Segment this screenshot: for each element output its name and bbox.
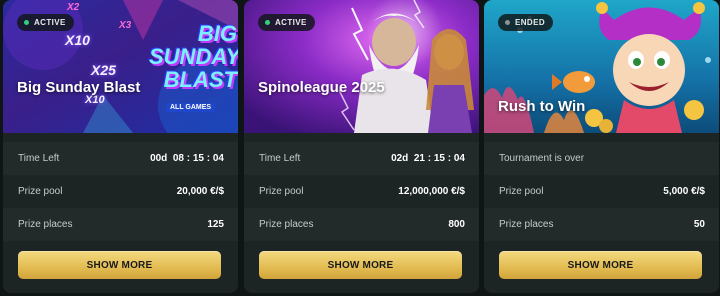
prize-pool-value: 12,000,000 €/$ [398,186,465,197]
time-left-row: Time Left 00d 08 : 15 : 04 [3,142,238,175]
tournament-card-rush-to-win[interactable]: ENDED Rush to Win Tournament is over Pri… [484,0,719,293]
status-badge: ACTIVE [258,14,315,31]
tournament-card-big-sunday-blast[interactable]: X10 X25 X10 X3 X2 BIG SUNDAY BLAST ALL G… [3,0,238,293]
prize-places-value: 800 [448,219,465,230]
prize-places-row: Prize places 50 [484,208,719,241]
prize-places-label: Prize places [259,219,314,230]
prize-pool-label: Prize pool [259,186,304,197]
time-left-value: 02d 21 : 15 : 04 [391,153,465,164]
time-left-value: 00d 08 : 15 : 04 [150,153,224,164]
tournament-card-spinoleague-2025[interactable]: ACTIVE Spinoleague 2025 Time Left 02d 21… [244,0,479,293]
prize-places-label: Prize places [18,219,73,230]
prize-pool-row: Prize pool 12,000,000 €/$ [244,175,479,208]
status-label: ACTIVE [34,18,66,27]
prize-places-row: Prize places 800 [244,208,479,241]
multiplier-badge: X2 [67,2,80,13]
multiplier-badge: X25 [91,62,116,78]
time-left-label: Tournament is over [499,153,585,164]
prize-pool-label: Prize pool [18,186,63,197]
status-dot-icon [24,20,29,25]
prize-places-value: 125 [207,219,224,230]
prize-places-value: 50 [693,219,705,230]
prize-places-label: Prize places [499,219,554,230]
tournament-title: Spinoleague 2025 [258,79,385,96]
status-badge: ENDED [498,14,554,31]
tournament-title: Big Sunday Blast [17,79,141,96]
show-more-button[interactable]: SHOW MORE [18,251,221,279]
prize-pool-row: Prize pool 20,000 €/$ [3,175,238,208]
banner-logo: BIG SUNDAY BLAST [149,21,238,92]
status-dot-icon [505,20,510,25]
prize-pool-label: Prize pool [499,186,544,197]
prize-pool-value: 20,000 €/$ [176,186,224,197]
prize-pool-row: Prize pool 5,000 €/$ [484,175,719,208]
show-more-button[interactable]: SHOW MORE [499,251,702,279]
time-left-row: Time Left 02d 21 : 15 : 04 [244,142,479,175]
multiplier-badge: X10 [65,32,90,48]
status-label: ACTIVE [275,18,307,27]
banner-subtag: ALL GAMES [166,103,216,112]
banner-logo-line: BLAST [163,67,237,92]
multiplier-badge: X3 [119,20,132,31]
time-left-label: Time Left [259,153,301,164]
status-badge: ACTIVE [17,14,74,31]
show-more-button[interactable]: SHOW MORE [259,251,462,279]
tournament-title: Rush to Win [498,98,586,115]
tournament-cards: X10 X25 X10 X3 X2 BIG SUNDAY BLAST ALL G… [0,0,720,296]
time-left-label: Time Left [18,153,60,164]
status-label: ENDED [515,18,546,27]
banner-logo-line: SUNDAY [149,44,238,69]
time-left-row: Tournament is over [484,142,719,175]
prize-pool-value: 5,000 €/$ [663,186,705,197]
banner-logo-line: BIG [197,21,237,46]
prize-places-row: Prize places 125 [3,208,238,241]
status-dot-icon [265,20,270,25]
